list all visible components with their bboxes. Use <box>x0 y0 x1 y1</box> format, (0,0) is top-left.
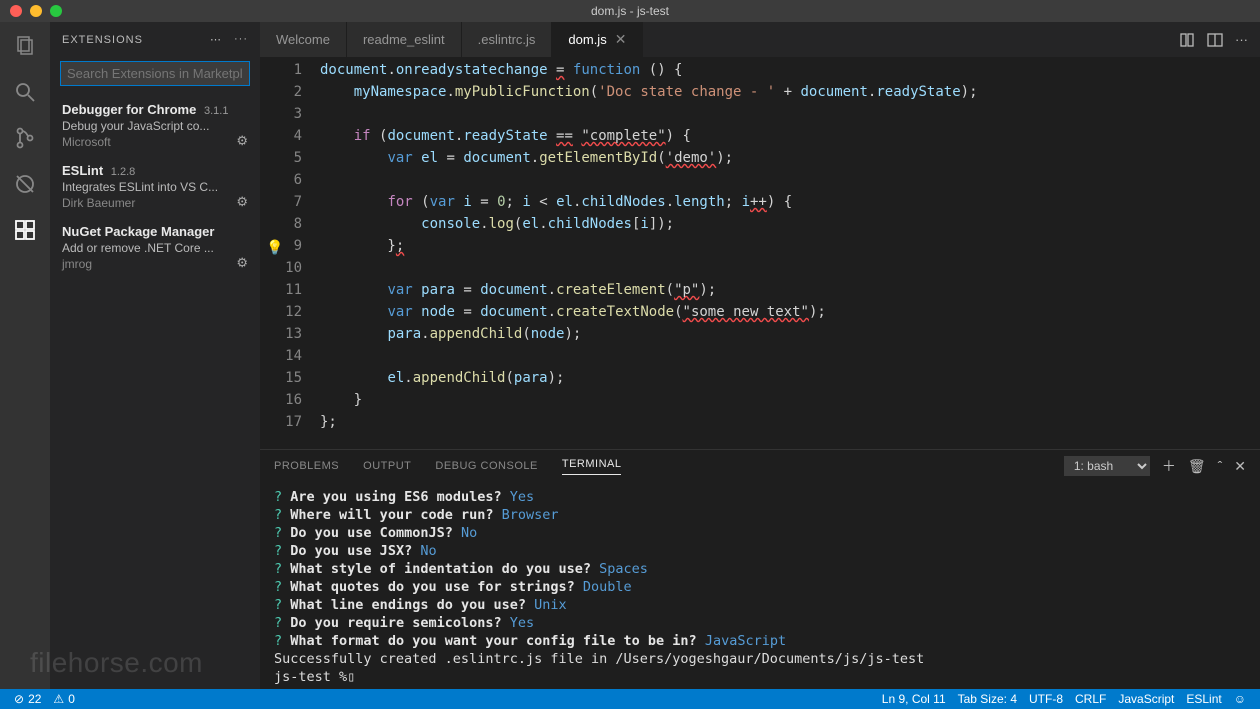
code-editor[interactable]: 1234567891011121314151617 document.onrea… <box>260 57 1260 449</box>
extension-desc: Integrates ESLint into VS C... <box>62 180 248 194</box>
tab-label: readme_eslint <box>363 32 445 47</box>
source-control-icon[interactable] <box>11 124 39 152</box>
lightbulb-icon[interactable]: 💡 <box>266 237 283 259</box>
extension-name: NuGet Package Manager <box>62 224 248 239</box>
extension-publisher: Dirk Baeumer <box>62 196 248 210</box>
panel-tab[interactable]: PROBLEMS <box>274 460 339 472</box>
filter-icon[interactable]: ⋯ <box>210 33 222 46</box>
extension-item[interactable]: NuGet Package Manager Add or remove .NET… <box>50 218 260 279</box>
gear-icon[interactable]: ⚙ <box>236 133 248 149</box>
status-errors[interactable]: ⊘ 22 <box>8 692 47 706</box>
extension-publisher: Microsoft <box>62 135 248 149</box>
panel-tab[interactable]: OUTPUT <box>363 460 411 472</box>
terminal-selector[interactable]: 1: bash <box>1064 456 1150 476</box>
bottom-panel: PROBLEMS OUTPUT DEBUG CONSOLE TERMINAL 1: b… <box>260 449 1260 689</box>
status-cursor[interactable]: Ln 9, Col 11 <box>876 692 952 706</box>
status-encoding[interactable]: UTF-8 <box>1023 692 1069 706</box>
activity-bar <box>0 22 50 689</box>
status-warnings[interactable]: ⚠ 0 <box>47 692 80 706</box>
sidebar-header: EXTENSIONS ⋯ ··· <box>50 22 260 57</box>
status-language[interactable]: JavaScript <box>1112 692 1180 706</box>
status-bar: ⊘ 22 ⚠ 0 Ln 9, Col 11 Tab Size: 4 UTF-8 … <box>0 689 1260 709</box>
editor-tab[interactable]: .eslintrc.js <box>462 22 553 57</box>
terminal-output[interactable]: ? Are you using ES6 modules? Yes? Where … <box>260 482 1260 689</box>
close-window-button[interactable] <box>10 5 22 17</box>
tab-label: Welcome <box>276 32 330 47</box>
extension-name: ESLint 1.2.8 <box>62 163 248 178</box>
maximize-window-button[interactable] <box>50 5 62 17</box>
search-icon[interactable] <box>11 78 39 106</box>
panel-tabs: PROBLEMS OUTPUT DEBUG CONSOLE TERMINAL 1: b… <box>260 450 1260 482</box>
panel-tab[interactable]: TERMINAL <box>562 458 622 475</box>
more-icon[interactable]: ··· <box>234 33 248 46</box>
sidebar: EXTENSIONS ⋯ ··· Debugger for Chrome 3.1… <box>50 22 260 689</box>
panel-tab[interactable]: DEBUG CONSOLE <box>435 460 537 472</box>
extensions-search-input[interactable] <box>60 61 250 86</box>
more-actions-icon[interactable]: ··· <box>1235 32 1248 47</box>
editor-area: Welcomereadme_eslint.eslintrc.jsdom.js✕ … <box>260 22 1260 689</box>
titlebar: dom.js - js-test <box>0 0 1260 22</box>
code-content[interactable]: document.onreadystatechange = function (… <box>320 57 1260 449</box>
minimize-window-button[interactable] <box>30 5 42 17</box>
close-tab-icon[interactable]: ✕ <box>615 31 627 48</box>
sidebar-title: EXTENSIONS <box>62 34 143 46</box>
split-editor-icon[interactable] <box>1207 32 1223 48</box>
tab-label: dom.js <box>568 32 606 47</box>
debug-icon[interactable] <box>11 170 39 198</box>
status-eslint[interactable]: ESLint <box>1180 692 1227 706</box>
extension-desc: Debug your JavaScript co... <box>62 119 248 133</box>
editor-tab[interactable]: dom.js ✕ <box>552 22 643 57</box>
extension-publisher: jmrog <box>62 257 248 271</box>
extension-name: Debugger for Chrome 3.1.1 <box>62 102 248 117</box>
extension-item[interactable]: ESLint 1.2.8 Integrates ESLint into VS C… <box>50 157 260 218</box>
editor-tab[interactable]: readme_eslint <box>347 22 462 57</box>
editor-tab[interactable]: Welcome <box>260 22 347 57</box>
maximize-panel-icon[interactable]: ˆ <box>1218 458 1223 474</box>
close-panel-icon[interactable]: ✕ <box>1234 458 1246 475</box>
traffic-lights <box>0 5 62 17</box>
status-feedback-icon[interactable]: ☺ <box>1228 692 1252 706</box>
explorer-icon[interactable] <box>11 32 39 60</box>
window-title: dom.js - js-test <box>591 4 669 18</box>
extensions-icon[interactable] <box>11 216 39 244</box>
gear-icon[interactable]: ⚙ <box>236 255 248 271</box>
gear-icon[interactable]: ⚙ <box>236 194 248 210</box>
kill-terminal-icon[interactable]: 🗑 <box>1188 458 1206 475</box>
extension-desc: Add or remove .NET Core ... <box>62 241 248 255</box>
new-terminal-icon[interactable]: ＋ <box>1162 456 1176 476</box>
compare-icon[interactable] <box>1179 32 1195 48</box>
editor-tabs: Welcomereadme_eslint.eslintrc.jsdom.js✕ … <box>260 22 1260 57</box>
extensions-list: Debugger for Chrome 3.1.1 Debug your Jav… <box>50 96 260 279</box>
status-eol[interactable]: CRLF <box>1069 692 1112 706</box>
status-tabsize[interactable]: Tab Size: 4 <box>952 692 1023 706</box>
extension-item[interactable]: Debugger for Chrome 3.1.1 Debug your Jav… <box>50 96 260 157</box>
tab-label: .eslintrc.js <box>478 32 536 47</box>
